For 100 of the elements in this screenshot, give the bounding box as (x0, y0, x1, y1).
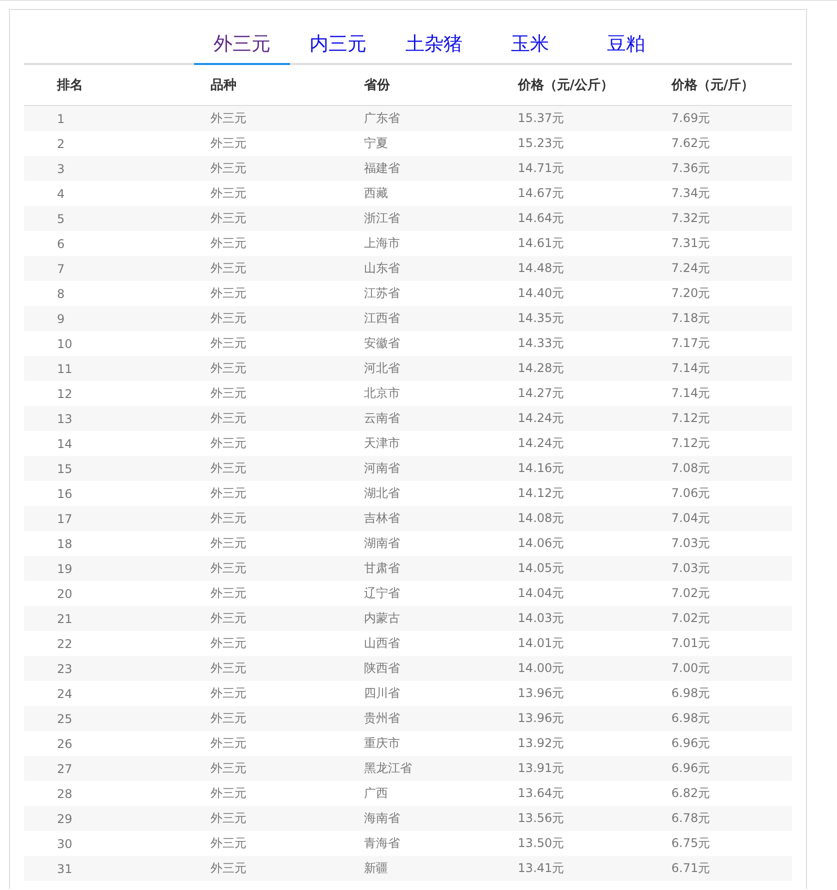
table-cell-text: 14.24元 (516, 435, 566, 452)
column-header: 价格（元/公斤） (516, 76, 615, 95)
table-cell-text: 15.23元 (516, 135, 566, 152)
table-cell-text: 2 (56, 136, 66, 152)
table-cell-text: 黑龙江省 (363, 760, 414, 777)
table-cell-text: 14.61元 (516, 235, 566, 252)
table-cell-text: 河南省 (363, 460, 402, 477)
table-cell-text: 四川省 (363, 685, 402, 702)
table-cell-text: 外三元 (210, 335, 248, 352)
table-cell-text: 13.92元 (516, 735, 566, 752)
table-cell-text: 13.91元 (516, 760, 566, 777)
table-cell-text: 12 (56, 386, 74, 402)
table-cell-text: 13 (56, 410, 74, 428)
table-cell-text: 6.98元 (670, 710, 712, 727)
table-cell-text: 外三元 (210, 610, 248, 627)
table-cell-text: 7.62元 (670, 135, 712, 152)
table-cell-text: 14 (56, 436, 74, 452)
column-header: 价格（元/斤） (670, 76, 756, 95)
table-cell-text: 14.05元 (516, 560, 566, 577)
table-cell-text: 外三元 (210, 810, 248, 827)
table-cell-text: 外三元 (210, 360, 248, 377)
table-cell-text: 14.64元 (516, 210, 566, 227)
table-cell-text: 外三元 (210, 860, 248, 877)
table-cell-text: 18 (56, 536, 74, 552)
table-cell-text: 外三元 (210, 285, 248, 302)
column-header: 排名 (56, 77, 84, 95)
table-cell-text: 19 (56, 560, 74, 578)
table-cell-text: 24 (56, 686, 74, 702)
table-cell-text: 外三元 (210, 210, 248, 227)
table-cell-text: 14.33元 (516, 335, 566, 352)
table-cell-text: 13.50元 (516, 835, 566, 852)
table-cell-text: 湖南省 (363, 535, 402, 552)
column-header: 品种 (210, 77, 238, 95)
table-cell-text: 11 (56, 360, 74, 378)
table-cell-text: 14.67元 (516, 185, 566, 202)
table-cell-text: 6.98元 (670, 685, 712, 702)
table-cell-text: 青海省 (363, 835, 402, 852)
table-cell-text: 山西省 (363, 635, 402, 652)
table-cell-text: 海南省 (363, 810, 402, 827)
table-cell-text: 外三元 (210, 735, 248, 752)
table-cell-text: 7.03元 (670, 535, 712, 552)
table-cell-text: 8 (56, 286, 66, 302)
table-cell-text: 6.96元 (670, 735, 712, 752)
table-cell-text: 外三元 (210, 460, 248, 477)
table-cell-text: 7.31元 (670, 235, 712, 252)
table-cell-text: 7.18元 (670, 310, 712, 327)
table-cell-text: 14.16元 (516, 460, 566, 477)
table-cell-text: 外三元 (210, 560, 248, 577)
tab[interactable]: 内三元 (290, 10, 386, 65)
table-cell-text: 14.01元 (516, 635, 566, 652)
tab[interactable]: 豆粕 (578, 10, 674, 65)
table-cell-text: 14.35元 (516, 310, 566, 327)
table-cell-text: 13.96元 (516, 710, 566, 727)
table-cell-text: 外三元 (210, 135, 248, 152)
tab[interactable]: 土杂猪 (386, 10, 482, 65)
table-cell-text: 14.48元 (516, 260, 566, 277)
table-cell-text: 22 (56, 636, 74, 652)
table-cell-text: 9 (56, 310, 66, 328)
table-cell-text: 外三元 (210, 260, 248, 277)
table-cell-text: 内蒙古 (363, 610, 402, 627)
table-cell-text: 西藏 (363, 185, 390, 202)
table-cell-text: 6.71元 (670, 860, 712, 877)
table-cell-text: 福建省 (363, 160, 402, 177)
table-cell-text: 14.08元 (516, 510, 566, 527)
table-cell-text: 外三元 (210, 485, 248, 502)
table-cell-text: 陕西省 (363, 660, 402, 677)
table-cell-text: 江西省 (363, 310, 402, 327)
table-cell-text: 安徽省 (363, 335, 402, 352)
table-cell-text: 14.12元 (516, 485, 566, 502)
tab[interactable]: 玉米 (482, 10, 578, 65)
tab[interactable]: 外三元 (194, 10, 290, 65)
table-cell-text: 外三元 (210, 435, 248, 452)
table-cell-text: 6.96元 (670, 760, 712, 777)
table-cell-text: 外三元 (210, 760, 248, 777)
table-cell-text: 江苏省 (363, 285, 402, 302)
table-cell-text: 7.03元 (670, 560, 712, 577)
table-cell-text: 外三元 (210, 835, 248, 852)
table-cell-text: 重庆市 (363, 735, 402, 752)
table-cell-text: 14.03元 (516, 610, 566, 627)
table-cell-text: 13.56元 (516, 810, 566, 827)
table-cell-text: 5 (56, 210, 66, 228)
table-cell-text: 7.17元 (670, 335, 712, 352)
table-cell-text: 外三元 (210, 310, 248, 327)
table-cell-text: 贵州省 (363, 710, 402, 727)
table-cell-text: 7.69元 (670, 110, 712, 127)
table-cell-text: 7.20元 (670, 285, 712, 302)
table-cell-text: 14.00元 (516, 660, 566, 677)
table-cell-text: 1 (56, 110, 66, 128)
table-cell-text: 7.06元 (670, 485, 712, 502)
table-cell-text: 13.41元 (516, 860, 566, 877)
table-cell-text: 14.04元 (516, 585, 566, 602)
table-cell-text: 15 (56, 460, 74, 478)
table-cell-text: 7.34元 (670, 185, 712, 202)
table-cell-text: 26 (56, 736, 74, 752)
table-cell-text: 外三元 (210, 110, 248, 127)
table-cell-text: 13.96元 (516, 685, 566, 702)
table-cell-text: 6.82元 (670, 785, 712, 802)
table-cell-text: 7.02元 (670, 610, 712, 627)
table-cell-text: 14.28元 (516, 360, 566, 377)
table-cell-text: 15.37元 (516, 110, 566, 127)
